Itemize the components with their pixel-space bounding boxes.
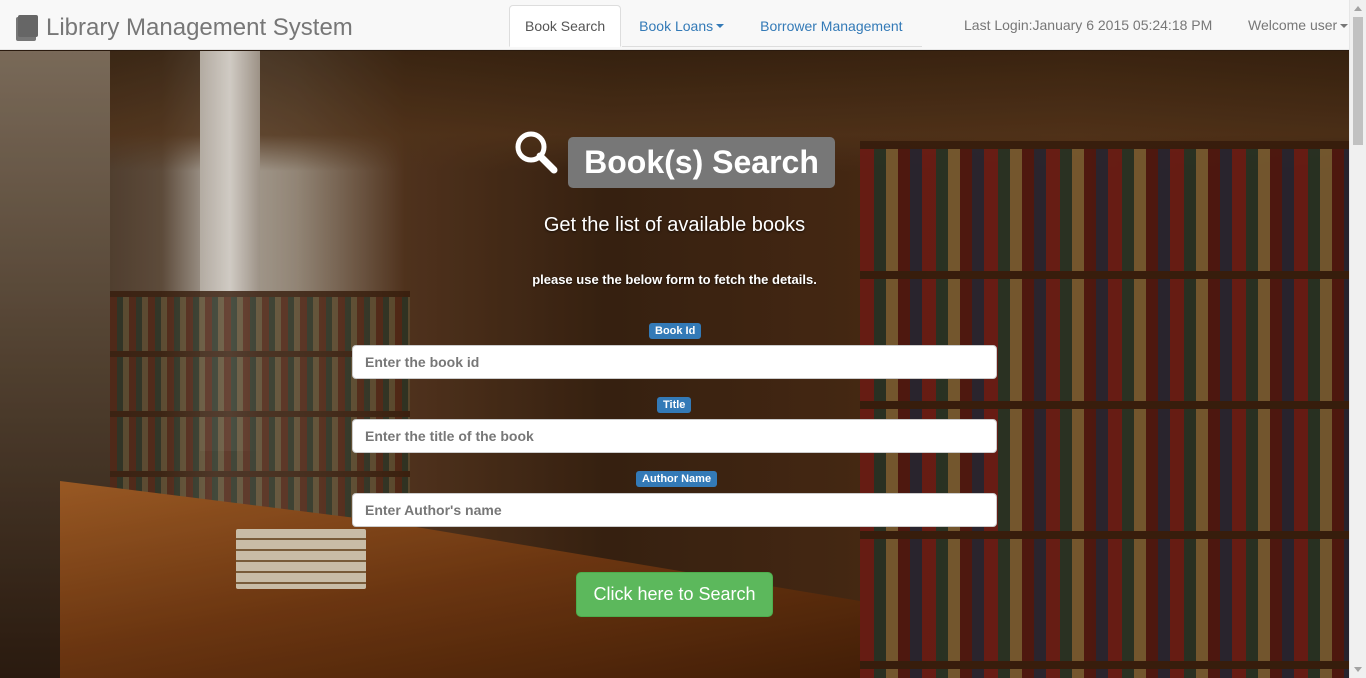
scroll-up-icon[interactable] <box>1354 6 1362 11</box>
title-input[interactable] <box>352 419 997 453</box>
main-nav: Book Search Book Loans Borrower Manageme… <box>509 0 921 50</box>
caret-down-icon <box>1340 24 1349 29</box>
book-id-input[interactable] <box>352 345 997 379</box>
user-menu[interactable]: Welcome user <box>1248 17 1349 33</box>
book-id-label: Book Id <box>649 323 702 339</box>
top-navbar: Library Management System Book Search Bo… <box>0 0 1349 50</box>
tab-book-search[interactable]: Book Search <box>509 5 622 47</box>
welcome-text: Welcome user <box>1248 17 1338 33</box>
scrollbar-thumb[interactable] <box>1353 17 1363 145</box>
book-icon <box>16 15 38 41</box>
tab-label: Book Search <box>525 18 606 34</box>
title-label: Title <box>657 397 692 413</box>
tab-label: Book Loans <box>639 18 714 34</box>
brand[interactable]: Library Management System <box>16 13 353 43</box>
tab-book-loans[interactable]: Book Loans <box>621 5 742 47</box>
author-name-input[interactable] <box>352 493 997 527</box>
caret-down-icon <box>716 24 725 28</box>
author-name-label: Author Name <box>636 471 718 487</box>
last-login-text: Last Login:January 6 2015 05:24:18 PM <box>964 17 1213 33</box>
search-icon <box>515 131 558 174</box>
vertical-scrollbar[interactable] <box>1349 0 1366 678</box>
form-hint: please use the below form to fetch the d… <box>532 272 817 287</box>
tab-label: Borrower Management <box>760 18 903 34</box>
search-button[interactable]: Click here to Search <box>576 572 773 617</box>
brand-title: Library Management System <box>46 14 353 41</box>
tab-borrower-management[interactable]: Borrower Management <box>742 5 920 47</box>
scroll-down-icon[interactable] <box>1354 667 1362 672</box>
page-subtitle: Get the list of available books <box>543 214 806 236</box>
page-title: Book(s) Search <box>568 137 835 188</box>
